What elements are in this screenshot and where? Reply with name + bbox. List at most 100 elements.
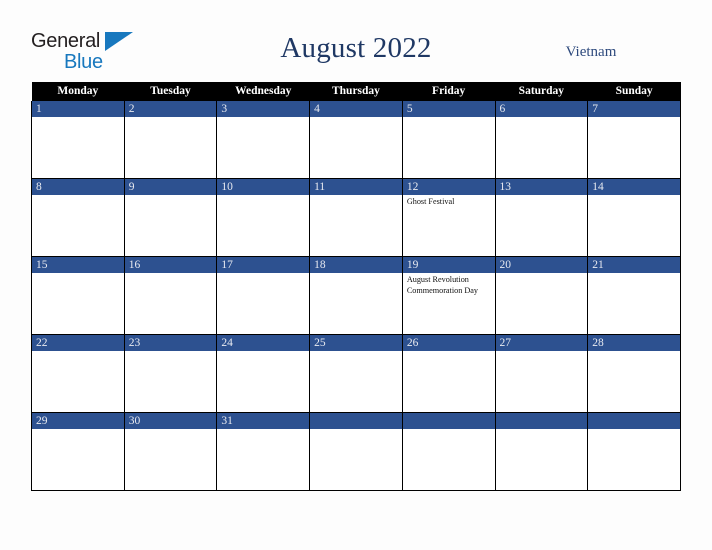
day-events <box>496 351 588 353</box>
day-events <box>588 351 680 353</box>
day-events <box>217 429 309 431</box>
calendar-day-cell-empty[interactable] <box>587 412 681 491</box>
day-events <box>310 351 402 353</box>
day-events <box>217 351 309 353</box>
page-header: General Blue August 2022 Vietnam <box>31 26 681 74</box>
calendar-day-cell-7[interactable]: 7 <box>587 101 681 179</box>
calendar-day-cell-empty[interactable] <box>494 412 589 491</box>
day-number <box>310 413 402 429</box>
calendar-day-cell-13[interactable]: 13 <box>494 178 589 257</box>
day-number: 5 <box>402 101 495 117</box>
day-events <box>496 273 588 275</box>
month-calendar-grid: Monday Tuesday Wednesday Thursday Friday Satu… <box>31 82 681 491</box>
weekday-header-tuesday: Tuesday <box>124 82 217 101</box>
day-events <box>588 429 680 431</box>
calendar-day-cell-empty[interactable] <box>309 412 403 491</box>
day-events <box>125 117 217 119</box>
day-number: 6 <box>495 101 588 117</box>
calendar-day-cell-9[interactable]: 9 <box>123 178 218 257</box>
day-number: 28 <box>588 335 680 351</box>
day-events <box>588 117 680 119</box>
day-number: 21 <box>588 257 680 273</box>
calendar-day-cell-19[interactable]: 19 August Revolution Commemoration Day <box>401 256 496 335</box>
calendar-day-cell-26[interactable]: 26 <box>401 334 496 413</box>
day-events <box>32 273 124 275</box>
day-number: 17 <box>217 257 310 273</box>
calendar-week-row: 22 23 24 25 26 27 28 <box>31 334 681 413</box>
day-events <box>588 195 680 197</box>
day-number: 9 <box>124 179 217 195</box>
calendar-day-cell-12[interactable]: 12 Ghost Festival <box>401 178 496 257</box>
day-number: 8 <box>32 179 124 195</box>
calendar-day-cell-6[interactable]: 6 <box>494 101 589 179</box>
day-number: 25 <box>310 335 402 351</box>
day-number: 24 <box>217 335 310 351</box>
calendar-day-cell-11[interactable]: 11 <box>309 178 403 257</box>
day-events <box>125 351 217 353</box>
day-number: 22 <box>32 335 124 351</box>
calendar-day-cell-15[interactable]: 15 <box>31 256 125 335</box>
weekday-header-friday: Friday <box>402 82 496 101</box>
calendar-day-cell-8[interactable]: 8 <box>31 178 125 257</box>
day-number: 7 <box>588 101 680 117</box>
calendar-day-cell-21[interactable]: 21 <box>587 256 681 335</box>
calendar-week-row: 1234567 <box>31 101 681 179</box>
holiday-event-label: Ghost Festival <box>406 197 455 206</box>
calendar-day-cell-27[interactable]: 27 <box>494 334 589 413</box>
day-number: 13 <box>495 179 588 195</box>
calendar-day-cell-5[interactable]: 5 <box>401 101 496 179</box>
calendar-day-cell-empty[interactable] <box>401 412 496 491</box>
weekday-header-wednesday: Wednesday <box>216 82 310 101</box>
calendar-day-cell-4[interactable]: 4 <box>309 101 403 179</box>
day-number: 18 <box>310 257 402 273</box>
day-number: 16 <box>124 257 217 273</box>
calendar-day-cell-16[interactable]: 16 <box>123 256 218 335</box>
day-events <box>125 195 217 197</box>
day-number: 1 <box>32 101 124 117</box>
day-number: 26 <box>402 335 495 351</box>
day-events <box>588 273 680 275</box>
day-events <box>403 351 495 353</box>
calendar-day-cell-23[interactable]: 23 <box>123 334 218 413</box>
holiday-event-label: August Revolution Commemoration Day <box>406 275 478 295</box>
calendar-day-cell-22[interactable]: 22 <box>31 334 125 413</box>
calendar-day-cell-31[interactable]: 31 <box>216 412 311 491</box>
calendar-week-row: 8 9 10 11 12 Ghost Festival 13 14 <box>31 178 681 257</box>
calendar-day-cell-20[interactable]: 20 <box>494 256 589 335</box>
calendar-day-cell-17[interactable]: 17 <box>216 256 311 335</box>
day-number: 30 <box>124 413 217 429</box>
day-events: Ghost Festival <box>403 195 495 208</box>
weekday-header-sunday: Sunday <box>587 82 681 101</box>
day-events: August Revolution Commemoration Day <box>403 273 495 296</box>
day-events <box>217 195 309 197</box>
calendar-day-cell-1[interactable]: 1 <box>31 101 125 179</box>
weekday-header-row: Monday Tuesday Wednesday Thursday Friday Satu… <box>31 82 681 101</box>
day-number <box>495 413 588 429</box>
calendar-day-cell-25[interactable]: 25 <box>309 334 403 413</box>
day-events <box>125 273 217 275</box>
day-number: 27 <box>495 335 588 351</box>
weekday-header-thursday: Thursday <box>309 82 403 101</box>
day-events <box>496 429 588 431</box>
day-events <box>32 117 124 119</box>
calendar-day-cell-14[interactable]: 14 <box>587 178 681 257</box>
day-number: 20 <box>495 257 588 273</box>
day-number <box>402 413 495 429</box>
calendar-header-row: Monday Tuesday Wednesday Thursday Friday Satu… <box>31 82 681 101</box>
calendar-day-cell-2[interactable]: 2 <box>123 101 218 179</box>
calendar-day-cell-30[interactable]: 30 <box>123 412 218 491</box>
day-events <box>32 195 124 197</box>
calendar-day-cell-18[interactable]: 18 <box>309 256 403 335</box>
day-number: 15 <box>32 257 124 273</box>
calendar-day-cell-3[interactable]: 3 <box>216 101 311 179</box>
day-events <box>32 429 124 431</box>
day-number: 31 <box>217 413 310 429</box>
weekday-header-saturday: Saturday <box>495 82 588 101</box>
day-number: 12 <box>402 179 495 195</box>
calendar-day-cell-10[interactable]: 10 <box>216 178 311 257</box>
day-events <box>403 429 495 431</box>
calendar-day-cell-24[interactable]: 24 <box>216 334 311 413</box>
calendar-day-cell-29[interactable]: 29 <box>31 412 125 491</box>
day-events <box>310 429 402 431</box>
calendar-day-cell-28[interactable]: 28 <box>587 334 681 413</box>
